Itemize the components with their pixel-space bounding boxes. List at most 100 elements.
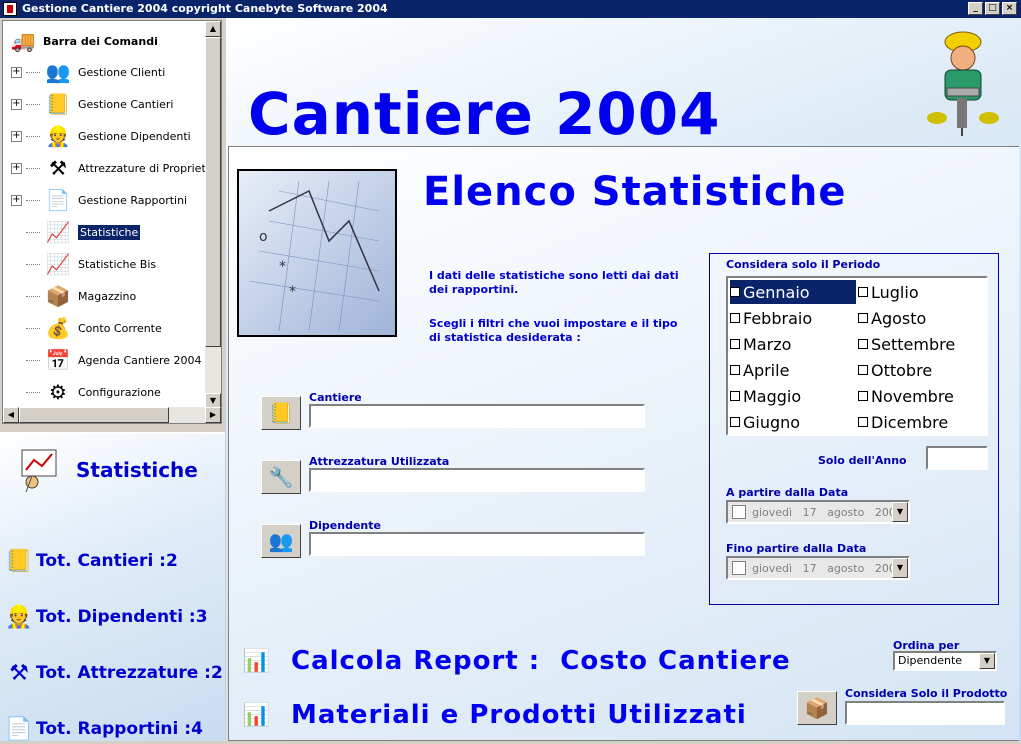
chevron-down-icon[interactable]: ▼	[892, 558, 908, 578]
dipendente-label: Dipendente	[309, 519, 381, 532]
month-option[interactable]: Ottobre	[858, 358, 984, 382]
scroll-thumb[interactable]	[205, 37, 221, 347]
month-label: Settembre	[871, 334, 956, 354]
month-option[interactable]: Marzo	[730, 332, 856, 356]
from-date-month: agosto	[827, 505, 865, 519]
period-group: Considera solo il Periodo Gennaio Febbrai…	[709, 253, 999, 605]
cantiere-ledger-icon[interactable]: 📒	[261, 396, 301, 430]
tree-root[interactable]: 🚚 Barra dei Comandi	[7, 27, 158, 55]
report-icon: 📄	[5, 716, 33, 742]
period-title: Considera solo il Periodo	[726, 258, 881, 271]
checkbox-icon[interactable]	[858, 287, 868, 297]
tree-item[interactable]: 📅 Agenda Cantiere 2004	[11, 345, 202, 375]
checkbox-icon[interactable]	[858, 417, 868, 427]
checkbox-icon[interactable]	[730, 339, 740, 349]
checkbox-icon[interactable]	[858, 313, 868, 323]
month-option[interactable]: Luglio	[858, 280, 984, 304]
app-icon[interactable]	[3, 2, 17, 16]
checkbox-icon[interactable]	[730, 417, 740, 427]
expand-plus-icon[interactable]: +	[11, 194, 22, 206]
chevron-down-icon[interactable]: ▼	[892, 502, 908, 522]
month-option[interactable]: Giugno	[730, 410, 856, 434]
checkbox-icon[interactable]	[730, 365, 740, 375]
prodotto-input[interactable]	[845, 701, 1005, 725]
maximize-button[interactable]: □	[985, 2, 1000, 15]
to-date-day: 17	[802, 561, 817, 575]
expand-plus-icon[interactable]: +	[11, 162, 22, 174]
chevron-down-icon[interactable]: ▼	[979, 653, 995, 669]
tree-connector	[26, 359, 40, 361]
statistics-presentation-icon	[21, 449, 57, 493]
tree-item[interactable]: ⚙ Configurazione	[11, 377, 161, 407]
anno-input[interactable]	[926, 446, 988, 470]
tree-connector	[26, 231, 40, 233]
from-date-checkbox[interactable]	[732, 505, 746, 519]
checkbox-icon[interactable]	[858, 339, 868, 349]
month-option[interactable]: Agosto	[858, 306, 984, 330]
hscroll-thumb[interactable]	[19, 407, 169, 423]
cantiere-input[interactable]	[309, 404, 645, 428]
tree-item[interactable]: + 📒 Gestione Cantieri	[11, 89, 173, 119]
month-option[interactable]: Gennaio	[730, 280, 856, 304]
close-button[interactable]: ×	[1002, 2, 1017, 15]
graph-paper-icon: o * *	[248, 180, 380, 332]
checkbox-icon[interactable]	[858, 365, 868, 375]
tree-connector	[26, 391, 40, 393]
minimize-button[interactable]: _	[968, 2, 983, 15]
attrezzatura-wrench-icon[interactable]: 🔧	[261, 460, 301, 494]
tree-item[interactable]: + ⚒ Attrezzature di Proprietà	[11, 153, 213, 183]
month-option[interactable]: Maggio	[730, 384, 856, 408]
checkbox-icon[interactable]	[730, 313, 740, 323]
checkbox-icon[interactable]	[730, 287, 740, 297]
tree-item[interactable]: + 👷 Gestione Dipendenti	[11, 121, 191, 151]
dipendente-input[interactable]	[309, 532, 645, 556]
to-date-weekday: giovedì	[752, 561, 793, 575]
to-date-month: agosto	[827, 561, 865, 575]
tree-item[interactable]: + 📄 Gestione Rapportini	[11, 185, 187, 215]
from-date-picker[interactable]: giovedì 17 agosto 2006 ▼	[726, 500, 910, 524]
report-materiali-button[interactable]: 📊 Materiali e Prodotti Utilizzati	[237, 697, 747, 733]
tree-vertical-scrollbar[interactable]: ▲ ▼	[205, 21, 221, 409]
report-costo-cantiere-button[interactable]: 📊 Calcola Report : Costo Cantiere	[237, 643, 791, 679]
scroll-up-arrow-icon[interactable]: ▲	[205, 21, 221, 37]
to-date-checkbox[interactable]	[732, 561, 746, 575]
month-option[interactable]: Febbraio	[730, 306, 856, 330]
bar-chart-icon: 📊	[242, 702, 272, 728]
checkbox-icon[interactable]	[858, 391, 868, 401]
tools-icon: ⚒	[49, 156, 67, 180]
product-boxes-icon[interactable]: 📦	[797, 691, 837, 725]
expand-plus-icon[interactable]: +	[11, 98, 22, 110]
money-bag-icon: 💰	[45, 316, 71, 340]
from-date-day: 17	[802, 505, 817, 519]
left-pane: 🚚 Barra dei Comandi + 👥 Gestione Clienti + 📒…	[0, 18, 225, 742]
month-option[interactable]: Aprile	[730, 358, 856, 382]
checkbox-icon[interactable]	[730, 391, 740, 401]
tree-horizontal-scrollbar[interactable]: ◀ ▶	[3, 407, 221, 423]
worker-mascot-icon	[927, 31, 999, 136]
main-area: Cantiere 2004 o * * Elenco Statistiche I…	[226, 18, 1021, 741]
to-date-picker[interactable]: giovedì 17 agosto 2006 ▼	[726, 556, 910, 580]
bar-chart-icon: 📊	[242, 648, 272, 674]
ordina-select[interactable]: Dipendente ▼	[893, 651, 997, 671]
expand-plus-icon[interactable]: +	[11, 66, 22, 78]
tree-item[interactable]: 💰 Conto Corrente	[11, 313, 162, 343]
tree-item[interactable]: 📦 Magazzino	[11, 281, 136, 311]
scroll-right-arrow-icon[interactable]: ▶	[205, 407, 221, 423]
month-list[interactable]: Gennaio Febbraio Marzo Aprile Maggio Giugno Lu…	[726, 276, 988, 436]
tree-item[interactable]: 📈 Statistiche	[11, 217, 141, 247]
tree-item[interactable]: + 👥 Gestione Clienti	[11, 57, 165, 87]
expand-plus-icon[interactable]: +	[11, 130, 22, 142]
tree-item[interactable]: 📈 Statistiche Bis	[11, 249, 156, 279]
month-option[interactable]: Dicembre	[858, 410, 984, 434]
tree-connector	[26, 71, 40, 73]
month-label: Aprile	[743, 360, 790, 380]
attrezzatura-input[interactable]	[309, 468, 645, 492]
month-label: Agosto	[871, 308, 927, 328]
month-label: Luglio	[871, 282, 919, 302]
month-option[interactable]: Settembre	[858, 332, 984, 356]
dipendente-people-icon[interactable]: 👥	[261, 524, 301, 558]
attrezzatura-label: Attrezzatura Utilizzata	[309, 455, 450, 468]
month-option[interactable]: Novembre	[858, 384, 984, 408]
scroll-left-arrow-icon[interactable]: ◀	[3, 407, 19, 423]
report1-label: Calcola Report :	[291, 646, 541, 676]
